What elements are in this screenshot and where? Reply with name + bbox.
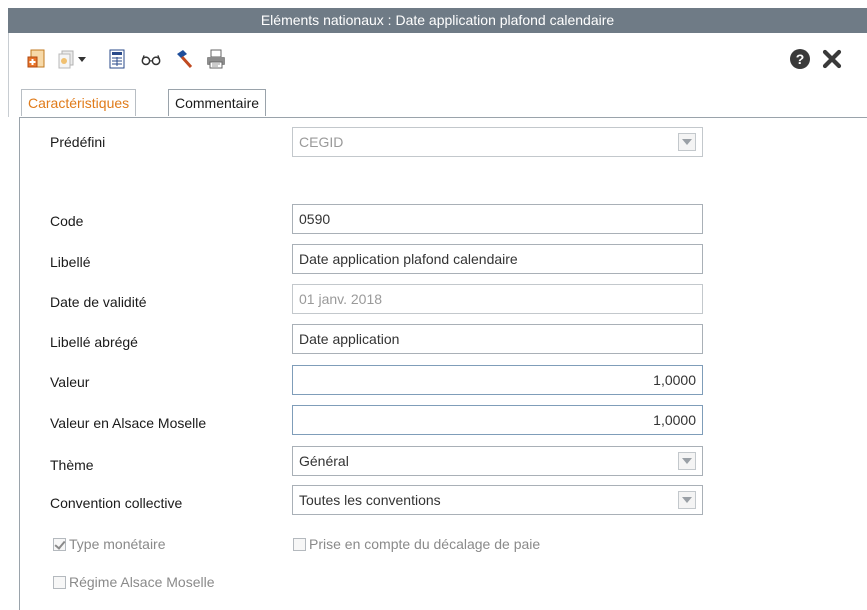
regime-alsace-checkbox[interactable]: Régime Alsace Moselle [53,574,215,590]
code-label: Code [50,213,84,229]
glasses-icon[interactable] [140,48,162,70]
svg-text:?: ? [796,51,805,67]
theme-label: Thème [50,457,94,473]
prise-en-compte-box-icon[interactable] [293,537,306,551]
valeur-label: Valeur [50,374,90,390]
type-monetaire-check-icon[interactable] [53,537,66,551]
predefini-value: CEGID [299,134,344,150]
help-icon[interactable]: ? [789,48,811,70]
valeur-field[interactable]: 1,0000 [292,365,703,395]
convention-dropdown-icon[interactable] [678,491,696,509]
convention-value: Toutes les conventions [299,492,441,508]
toolbar: ? [8,33,867,89]
theme-combo[interactable]: Général [292,446,703,476]
date-validite-label: Date de validité [50,294,147,310]
window-title: Eléments nationaux : Date application pl… [8,8,867,33]
convention-combo[interactable]: Toutes les conventions [292,485,703,515]
regime-alsace-label: Régime Alsace Moselle [69,574,215,590]
libelle-field[interactable]: Date application plafond calendaire [292,244,703,274]
dropdown-arrow-icon[interactable] [75,48,89,70]
valeur-alsace-label: Valeur en Alsace Moselle [50,415,207,431]
predefini-label: Prédéfini [50,134,106,150]
prise-en-compte-checkbox[interactable]: Prise en compte du décalage de paie [293,536,540,552]
convention-label: Convention collective [50,495,183,511]
new-document-icon[interactable] [26,48,48,70]
copy-icon[interactable] [55,48,77,70]
close-icon[interactable] [821,48,843,70]
hammer-icon[interactable] [173,48,195,70]
libelle-abrege-field[interactable]: Date application [292,324,703,354]
code-field[interactable]: 0590 [292,204,703,234]
date-validite-field[interactable]: 01 janv. 2018 [292,284,703,314]
calculator-icon[interactable] [106,48,128,70]
tab-commentaire[interactable]: Commentaire [168,89,267,116]
theme-value: Général [299,453,349,469]
theme-dropdown-icon[interactable] [678,452,696,470]
libelle-label: Libellé [50,254,91,270]
regime-alsace-box-icon[interactable] [53,575,66,589]
type-monetaire-checkbox[interactable]: Type monétaire [53,536,166,552]
print-icon[interactable] [205,48,227,70]
tab-caracteristiques[interactable]: Caractéristiques [21,89,137,116]
libelle-abrege-label: Libellé abrégé [50,334,138,350]
predefini-combo[interactable]: CEGID [292,127,703,157]
valeur-alsace-field[interactable]: 1,0000 [292,405,703,435]
predefini-dropdown-icon[interactable] [678,133,696,151]
tab-strip: Caractéristiques Commentaire [8,89,867,117]
prise-en-compte-label: Prise en compte du décalage de paie [309,536,541,552]
type-monetaire-label: Type monétaire [69,536,166,552]
